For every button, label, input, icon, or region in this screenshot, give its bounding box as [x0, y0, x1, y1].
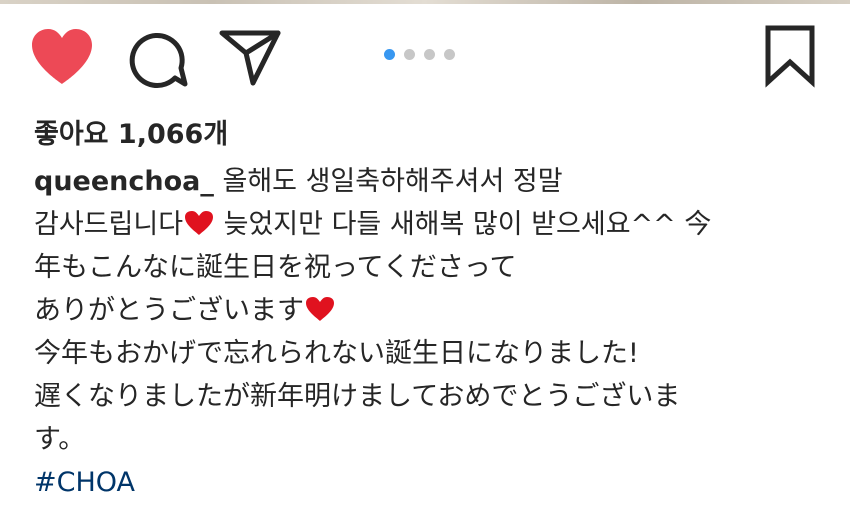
caption-username[interactable]: queenchoa_	[34, 166, 214, 197]
paper-plane-icon	[219, 30, 281, 86]
caption-line: #CHOA	[34, 461, 824, 504]
caption-text: 감사드립니다	[34, 209, 184, 240]
caption-text: 늦었지만 다들 새해복 많이 받으세요^^ 今	[215, 209, 712, 240]
caption-line: 遅くなりましたが新年明けましておめでとうございま	[34, 381, 681, 412]
carousel-dot	[444, 48, 455, 60]
carousel-indicator	[384, 48, 455, 60]
carousel-dot-active	[384, 48, 395, 60]
image-bottom-edge	[0, 0, 850, 4]
comment-bubble-icon	[129, 33, 188, 88]
caption-line: す。	[34, 424, 86, 455]
caption-line: queenchoa_ 올해도 생일축하해주셔서 정말	[34, 160, 824, 203]
caption-text: ありがとうございます	[34, 295, 304, 326]
red-heart-emoji-icon	[185, 211, 214, 235]
heart-filled-icon	[32, 29, 92, 84]
caption-line: 감사드립니다 늦었지만 다들 새해복 많이 받으세요^^ 今	[34, 203, 824, 246]
caption-line: 今年もおかげで忘れられない誕生日になりました!	[34, 338, 639, 369]
save-button[interactable]	[760, 24, 820, 88]
like-button[interactable]	[28, 26, 96, 88]
hashtag-link[interactable]: #CHOA	[34, 461, 135, 504]
red-heart-emoji-icon	[306, 297, 334, 321]
caption-line: 年もこんなに誕生日を祝ってくださって	[34, 252, 517, 283]
post-action-bar	[0, 20, 850, 90]
caption-text: 올해도 생일축하해주셔서 정말	[213, 166, 563, 197]
caption-line: ありがとうございます	[34, 289, 824, 332]
comment-button[interactable]	[125, 28, 189, 92]
likes-count[interactable]: 좋아요 1,066개	[34, 112, 228, 151]
bookmark-icon	[765, 25, 815, 88]
carousel-dot	[424, 48, 435, 60]
carousel-dot	[404, 48, 415, 60]
share-button[interactable]	[218, 28, 282, 88]
post-caption: queenchoa_ 올해도 생일축하해주셔서 정말 감사드립니다 늦었지만 다…	[34, 160, 824, 504]
